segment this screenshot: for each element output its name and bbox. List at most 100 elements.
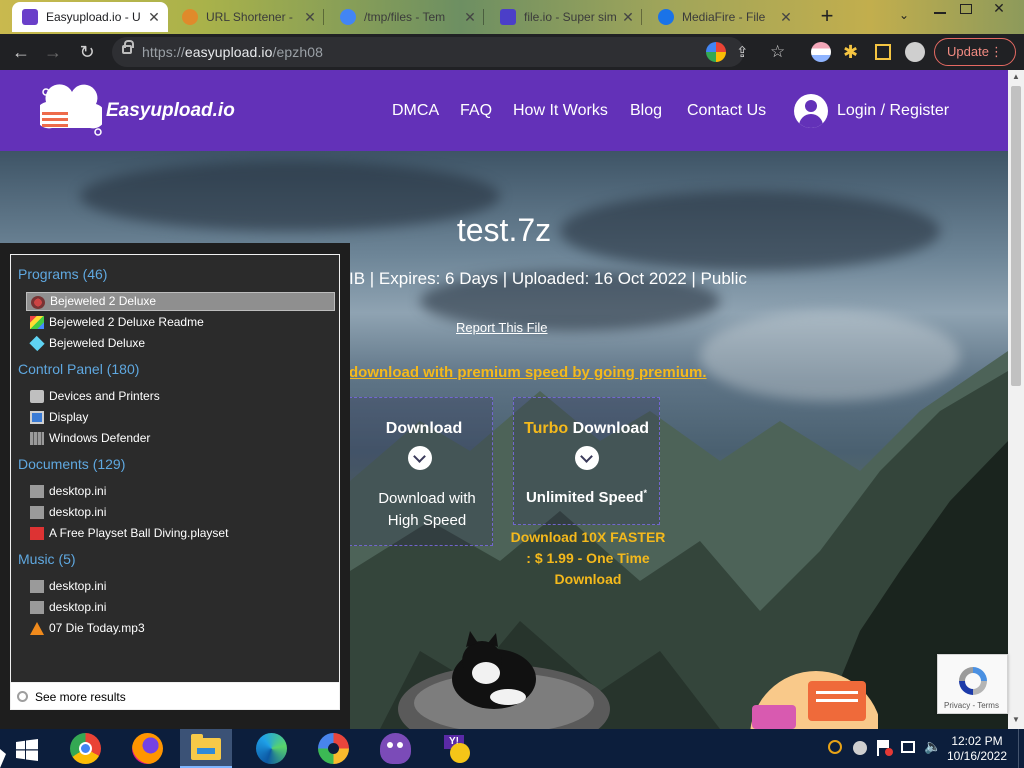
report-file-link[interactable]: Report This File xyxy=(456,320,548,335)
minimize-icon[interactable] xyxy=(934,12,946,14)
restore-icon[interactable] xyxy=(960,4,972,14)
nav-how-it-works[interactable]: How It Works xyxy=(513,102,608,120)
group-control-panel[interactable]: Control Panel (180) xyxy=(18,361,139,377)
close-window-icon[interactable]: ✕ xyxy=(990,0,1008,16)
firefox-icon[interactable] xyxy=(132,733,163,764)
side-panel-icon[interactable] xyxy=(875,44,891,60)
picasa-icon[interactable] xyxy=(318,733,349,764)
tab-file-io[interactable]: file.io - Super sim ✕ xyxy=(490,2,642,32)
forward-arrow-icon[interactable]: → xyxy=(42,41,64,63)
result-display[interactable]: Display xyxy=(26,408,335,427)
close-tab-icon[interactable]: ✕ xyxy=(778,9,794,26)
result-desktop-ini[interactable]: desktop.ini xyxy=(26,577,335,596)
login-register-link[interactable]: Login / Register xyxy=(837,102,949,120)
bookmark-star-icon[interactable]: ☆ xyxy=(770,42,785,62)
file-io-favicon-icon xyxy=(500,9,516,25)
back-arrow-icon[interactable]: ← xyxy=(10,41,32,63)
site-logo-text[interactable]: Easyupload.io xyxy=(106,100,235,122)
tab-search-chevron-icon[interactable]: ⌄ xyxy=(896,8,912,24)
result-devices-and-printers[interactable]: Devices and Printers xyxy=(26,387,335,406)
turbo-price-line1: Download 10X FASTER xyxy=(510,529,666,545)
search-magnifier-icon[interactable] xyxy=(828,740,842,754)
nav-dmca[interactable]: DMCA xyxy=(392,102,439,120)
extension-flag-icon[interactable] xyxy=(811,42,831,62)
nav-faq[interactable]: FAQ xyxy=(460,102,492,120)
recaptcha-links[interactable]: Privacy - Terms xyxy=(944,701,999,710)
google-lens-icon[interactable] xyxy=(706,42,726,62)
recaptcha-badge[interactable]: Privacy - Terms xyxy=(937,654,1008,714)
group-programs[interactable]: Programs (46) xyxy=(18,266,107,282)
turbo-subtitle: Unlimited Speed* xyxy=(514,488,659,506)
result-mp3[interactable]: 07 Die Today.mp3 xyxy=(26,619,335,638)
tab-mediafire[interactable]: MediaFire - File ✕ xyxy=(648,2,800,32)
result-desktop-ini[interactable]: desktop.ini xyxy=(26,482,335,501)
settings-file-icon xyxy=(30,506,44,519)
monitor-icon xyxy=(30,411,44,424)
tab-url-shortener[interactable]: URL Shortener - ✕ xyxy=(172,2,324,32)
turbo-download-button[interactable]: Turbo Download Unlimited Speed* xyxy=(513,397,660,525)
yahoo-messenger-icon[interactable]: Y! xyxy=(442,733,473,764)
close-tab-icon[interactable]: ✕ xyxy=(620,9,636,26)
turbo-word: Turbo xyxy=(523,420,569,437)
edge-icon[interactable] xyxy=(256,733,287,764)
show-desktop-button[interactable] xyxy=(1018,729,1024,768)
system-clock[interactable]: 12:02 PM 10/16/2022 xyxy=(946,734,1008,764)
chat-widget-illustration[interactable] xyxy=(748,671,878,729)
url-host: easyupload.io xyxy=(184,44,273,60)
nav-contact-us[interactable]: Contact Us xyxy=(687,102,766,120)
result-windows-defender[interactable]: Windows Defender xyxy=(26,429,335,448)
result-bejeweled-deluxe[interactable]: Bejeweled Deluxe xyxy=(26,334,335,353)
download-subtitle: Download with High Speed xyxy=(350,488,492,532)
see-more-label: See more results xyxy=(35,690,126,704)
scroll-down-icon[interactable]: ▼ xyxy=(1012,715,1020,724)
result-desktop-ini[interactable]: desktop.ini xyxy=(26,503,335,522)
scroll-up-icon[interactable]: ▲ xyxy=(1012,72,1020,81)
settings-file-icon xyxy=(30,601,44,614)
volume-icon[interactable]: 🔈 xyxy=(924,738,941,755)
easyupload-logo-icon[interactable] xyxy=(40,84,102,140)
see-more-results-button[interactable]: See more results xyxy=(10,682,340,710)
tab-tmp-files[interactable]: /tmp/files - Tem ✕ xyxy=(330,2,484,32)
reload-icon[interactable]: ↻ xyxy=(76,41,98,63)
download-sub-line2: High Speed xyxy=(387,512,467,529)
close-tab-icon[interactable]: ✕ xyxy=(462,9,478,26)
address-bar[interactable]: https://easyupload.io/epzh08 ⇪ ☆ xyxy=(112,37,785,67)
share-icon[interactable]: ⇪ xyxy=(736,43,749,61)
group-documents[interactable]: Documents (129) xyxy=(18,456,125,472)
group-music[interactable]: Music (5) xyxy=(18,551,76,567)
notification-icon[interactable] xyxy=(853,741,867,755)
update-label: Update xyxy=(947,44,989,59)
playset-file-icon xyxy=(30,527,44,540)
new-tab-button[interactable]: + xyxy=(816,4,838,28)
windows-start-icon[interactable] xyxy=(16,739,38,761)
result-desktop-ini[interactable]: desktop.ini xyxy=(26,598,335,617)
shortener-favicon-icon xyxy=(182,9,198,25)
url-text[interactable]: https://easyupload.io/epzh08 xyxy=(142,44,323,60)
vlc-cone-icon xyxy=(30,622,44,635)
extensions-puzzle-icon[interactable]: ✱ xyxy=(843,42,863,62)
mouse-cursor-icon xyxy=(0,749,6,768)
result-bejeweled-2-deluxe[interactable]: Bejeweled 2 Deluxe xyxy=(26,292,335,311)
turbo-download-title: Turbo Download xyxy=(514,420,659,438)
bonzi-buddy-icon[interactable] xyxy=(380,733,411,764)
result-bejeweled-2-readme[interactable]: Bejeweled 2 Deluxe Readme xyxy=(26,313,335,332)
file-explorer-active-tab[interactable] xyxy=(180,729,232,768)
mediafire-favicon-icon xyxy=(658,9,674,25)
flag-alert-icon[interactable] xyxy=(877,740,893,756)
close-tab-icon[interactable]: ✕ xyxy=(146,9,162,26)
network-icon[interactable] xyxy=(901,741,915,753)
update-button[interactable]: Update ⋮ xyxy=(934,38,1016,66)
scrollbar-thumb[interactable] xyxy=(1011,86,1021,386)
tab-easyupload[interactable]: Easyupload.io - U ✕ xyxy=(12,2,168,32)
download-button[interactable]: Download Download with High Speed xyxy=(349,397,493,546)
result-playset-file[interactable]: A Free Playset Ball Diving.playset xyxy=(26,524,335,543)
settings-file-icon xyxy=(30,580,44,593)
page-scrollbar[interactable]: ▲ ▼ xyxy=(1008,70,1024,729)
close-tab-icon[interactable]: ✕ xyxy=(302,9,318,26)
nav-blog[interactable]: Blog xyxy=(630,102,662,120)
chrome-icon[interactable] xyxy=(70,733,101,764)
user-avatar-icon[interactable] xyxy=(794,94,828,128)
premium-speed-link[interactable]: download with premium speed by going pre… xyxy=(349,364,707,381)
more-menu-icon[interactable]: ⋮ xyxy=(990,39,1003,65)
profile-avatar-icon[interactable] xyxy=(905,42,925,62)
